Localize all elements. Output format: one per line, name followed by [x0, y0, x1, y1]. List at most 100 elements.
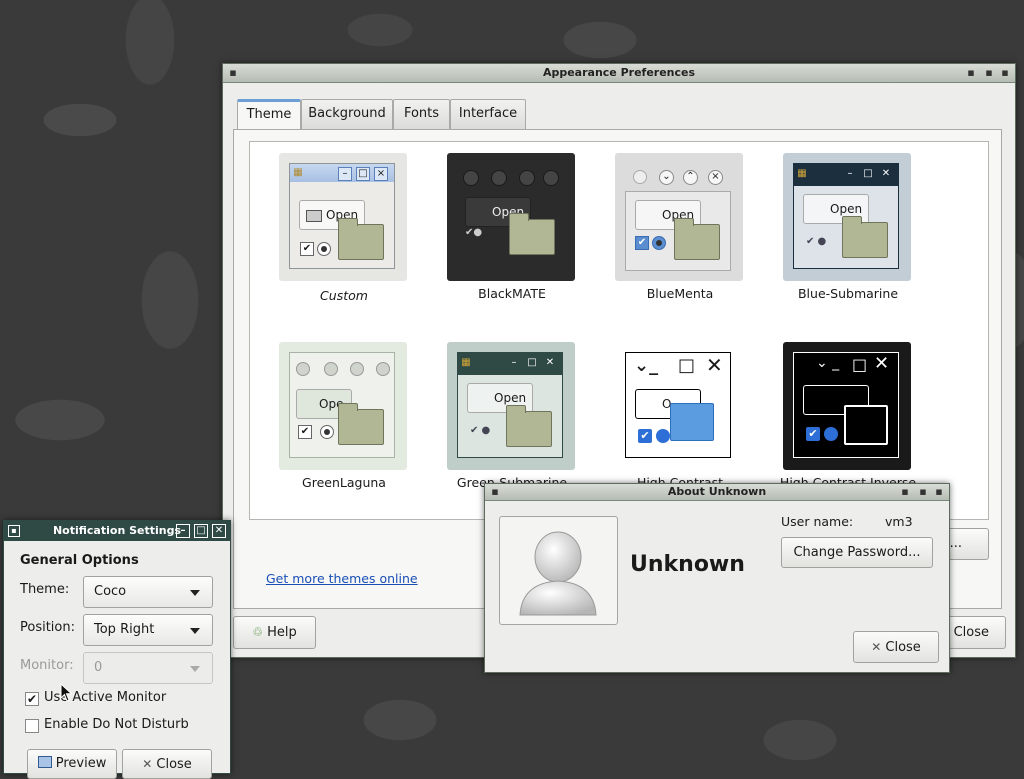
preview-button[interactable]: Preview: [27, 749, 117, 779]
window-button-icon: [519, 170, 535, 186]
radio-icon: [824, 427, 838, 441]
tab-theme[interactable]: Theme: [237, 99, 301, 130]
chevron-down-icon: [190, 628, 200, 634]
tab-background[interactable]: Background: [301, 99, 393, 129]
theme-blue-submarine[interactable]: ▦ – □ ✕ Open ✔ ● Blue-Submarine: [783, 153, 913, 318]
button-label: Close: [156, 757, 192, 772]
minimize-icon[interactable]: ▪: [965, 64, 977, 82]
app-icon: ▦: [293, 167, 303, 178]
folder-icon: [670, 403, 714, 441]
maximize-icon: □: [863, 168, 873, 179]
button-label: Close: [885, 640, 921, 655]
maximize-icon: □: [678, 355, 696, 376]
button-label: Change Password...: [793, 545, 921, 560]
window-title: Appearance Preferences: [542, 66, 696, 79]
about-close-button[interactable]: ✕ Close: [853, 631, 939, 663]
minimize-icon: ⌄_: [634, 355, 659, 376]
theme-thumbnail: ▦ – □ ✕ Open ✔ ●: [447, 342, 575, 470]
folder-icon: [306, 210, 322, 222]
theme-thumbnail: ▦ – □ ✕ Open ✔ ●: [783, 153, 911, 281]
theme-thumbnail: ⌄ ⌃ × Open ✔: [615, 153, 743, 281]
do-not-disturb-label[interactable]: Enable Do Not Disturb: [44, 717, 189, 732]
checkbox-icon: ✔ ●: [806, 236, 827, 247]
window-menu-icon[interactable]: ▪: [227, 64, 239, 82]
notification-close-button[interactable]: ✕ Close: [122, 749, 212, 779]
position-label: Position:: [20, 620, 75, 635]
theme-thumbnail: ⌄ _ □ ✕ ✔: [783, 342, 911, 470]
preview-icon: [37, 756, 52, 768]
close-icon: ✕: [874, 353, 890, 374]
tab-fonts[interactable]: Fonts: [393, 99, 450, 129]
theme-dropdown[interactable]: Coco: [83, 576, 213, 608]
minimize-icon: –: [847, 168, 853, 179]
window-button-icon: [350, 362, 364, 376]
close-icon: ✕: [871, 640, 882, 654]
button-label: ...: [949, 536, 962, 551]
monitor-dropdown[interactable]: 0: [83, 652, 213, 684]
theme-thumbnail: ⌄_ □ ✕ O ✔: [615, 342, 743, 470]
theme-name: BlueMenta: [646, 286, 714, 301]
window-menu-icon[interactable]: ▪: [489, 484, 501, 500]
theme-greenlaguna[interactable]: Ope ✔ GreenLaguna: [279, 342, 409, 507]
maximize-icon: □: [356, 167, 370, 181]
monitor-label: Monitor:: [20, 658, 74, 673]
close-icon[interactable]: ▪: [999, 64, 1011, 82]
tab-label: Background: [308, 106, 386, 121]
appearance-titlebar[interactable]: ▪ Appearance Preferences ▪ ▪ ▪: [223, 64, 1015, 83]
radio-icon: [317, 242, 331, 256]
close-icon: ✕: [706, 353, 723, 377]
button-label: Preview: [55, 756, 107, 771]
close-icon: ✕: [545, 357, 555, 368]
theme-blackmate[interactable]: Open ✔● BlackMATE: [447, 153, 577, 318]
minimize-icon: –: [511, 357, 517, 368]
get-more-themes-link[interactable]: Get more themes online: [266, 571, 418, 586]
checkbox-icon: ✔: [638, 429, 652, 443]
theme-thumbnail: Open ✔●: [447, 153, 575, 281]
about-titlebar[interactable]: ▪ About Unknown ▪ ▪ ▪: [485, 484, 949, 501]
window-button-icon: [463, 170, 479, 186]
help-button[interactable]: ♲ Help: [233, 616, 316, 649]
folder-icon: [844, 405, 888, 445]
about-window: ▪ About Unknown ▪ ▪ ▪ Unknown User name:…: [484, 483, 950, 673]
close-icon[interactable]: ▪: [933, 484, 945, 500]
theme-bluementa[interactable]: ⌄ ⌃ × Open ✔ BlueMenta: [615, 153, 745, 318]
app-icon: ▦: [797, 168, 807, 179]
minimize-icon[interactable]: –: [176, 524, 190, 538]
mouse-cursor-icon: [60, 683, 73, 702]
theme-custom[interactable]: ▦ – □ × Open ✔ Custom: [279, 153, 409, 318]
maximize-icon[interactable]: □: [194, 524, 208, 538]
tab-label: Fonts: [403, 106, 440, 121]
do-not-disturb-checkbox[interactable]: [25, 719, 39, 733]
dropdown-value: Coco: [94, 584, 127, 599]
open-label: Open: [830, 202, 863, 216]
folder-icon: [338, 403, 384, 445]
dropdown-value: 0: [94, 660, 103, 675]
user-name-label: User name:: [781, 514, 854, 529]
theme-thumbnail: ▦ – □ × Open ✔: [279, 153, 407, 281]
close-icon: ×: [374, 167, 388, 181]
theme-name: Blue-Submarine: [797, 286, 899, 301]
avatar-frame[interactable]: [499, 516, 618, 625]
chevron-down-icon: [190, 666, 200, 672]
maximize-icon[interactable]: ▪: [917, 484, 929, 500]
close-icon[interactable]: ✕: [212, 524, 226, 538]
minimize-icon[interactable]: ▪: [899, 484, 911, 500]
notification-window: ▪ Notification Settings – □ ✕ General Op…: [3, 520, 231, 779]
tab-interface[interactable]: Interface: [450, 99, 526, 129]
window-button-icon: [633, 170, 647, 184]
button-label: Help: [267, 625, 297, 640]
checkbox-icon: ✔●: [465, 227, 483, 238]
position-dropdown[interactable]: Top Right: [83, 614, 213, 646]
window-menu-icon[interactable]: ▪: [8, 525, 20, 537]
change-password-button[interactable]: Change Password...: [781, 537, 933, 568]
theme-thumbnail: Ope ✔: [279, 342, 407, 470]
checkbox-icon: ✔: [806, 427, 820, 441]
maximize-icon: ⌃: [683, 170, 698, 185]
folder-icon: [674, 218, 720, 260]
radio-icon: [320, 425, 334, 439]
dropdown-value: Top Right: [94, 622, 155, 637]
maximize-icon[interactable]: ▪: [983, 64, 995, 82]
notification-titlebar[interactable]: ▪ Notification Settings – □ ✕: [4, 521, 230, 541]
use-active-monitor-checkbox[interactable]: ✔: [25, 692, 39, 706]
window-button-icon: [324, 362, 338, 376]
